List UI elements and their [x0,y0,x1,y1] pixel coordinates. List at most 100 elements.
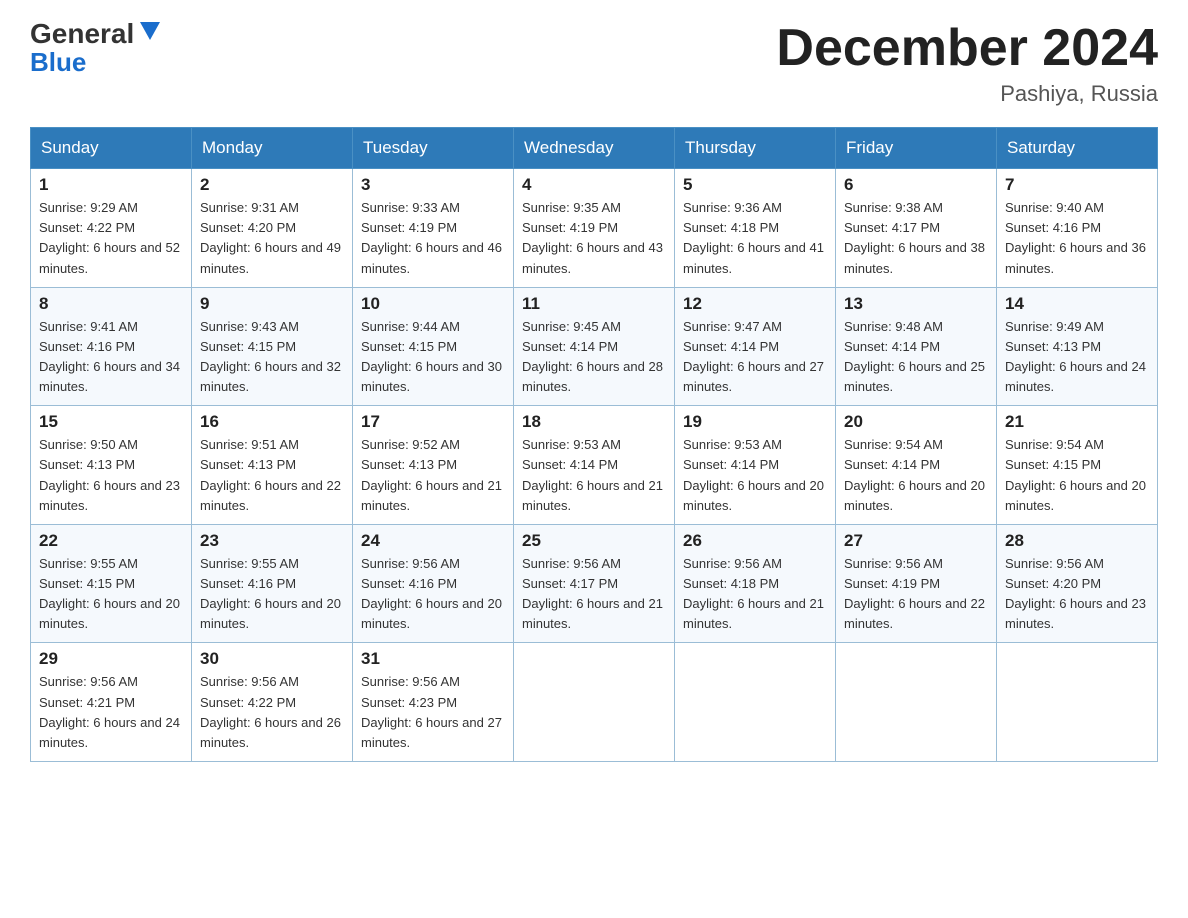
day-info: Sunrise: 9:52 AMSunset: 4:13 PMDaylight:… [361,435,505,516]
day-number: 3 [361,175,505,195]
day-header-row: Sunday Monday Tuesday Wednesday Thursday… [31,128,1158,169]
week-row-4: 22 Sunrise: 9:55 AMSunset: 4:15 PMDaylig… [31,524,1158,643]
day-info: Sunrise: 9:35 AMSunset: 4:19 PMDaylight:… [522,198,666,279]
day-info: Sunrise: 9:49 AMSunset: 4:13 PMDaylight:… [1005,317,1149,398]
day-number: 2 [200,175,344,195]
col-friday: Friday [836,128,997,169]
col-sunday: Sunday [31,128,192,169]
day-info: Sunrise: 9:45 AMSunset: 4:14 PMDaylight:… [522,317,666,398]
day-info: Sunrise: 9:53 AMSunset: 4:14 PMDaylight:… [522,435,666,516]
day-cell: 8 Sunrise: 9:41 AMSunset: 4:16 PMDayligh… [31,287,192,406]
day-info: Sunrise: 9:54 AMSunset: 4:15 PMDaylight:… [1005,435,1149,516]
logo-arrow-icon [136,18,164,46]
day-number: 30 [200,649,344,669]
day-cell: 27 Sunrise: 9:56 AMSunset: 4:19 PMDaylig… [836,524,997,643]
day-number: 4 [522,175,666,195]
day-cell [675,643,836,762]
day-cell: 1 Sunrise: 9:29 AMSunset: 4:22 PMDayligh… [31,169,192,288]
day-number: 10 [361,294,505,314]
day-cell [836,643,997,762]
day-info: Sunrise: 9:50 AMSunset: 4:13 PMDaylight:… [39,435,183,516]
day-info: Sunrise: 9:36 AMSunset: 4:18 PMDaylight:… [683,198,827,279]
day-cell: 11 Sunrise: 9:45 AMSunset: 4:14 PMDaylig… [514,287,675,406]
week-row-3: 15 Sunrise: 9:50 AMSunset: 4:13 PMDaylig… [31,406,1158,525]
day-number: 18 [522,412,666,432]
day-cell: 5 Sunrise: 9:36 AMSunset: 4:18 PMDayligh… [675,169,836,288]
day-number: 20 [844,412,988,432]
col-wednesday: Wednesday [514,128,675,169]
day-number: 27 [844,531,988,551]
day-cell: 2 Sunrise: 9:31 AMSunset: 4:20 PMDayligh… [192,169,353,288]
day-cell: 17 Sunrise: 9:52 AMSunset: 4:13 PMDaylig… [353,406,514,525]
calendar-table: Sunday Monday Tuesday Wednesday Thursday… [30,127,1158,762]
day-cell: 22 Sunrise: 9:55 AMSunset: 4:15 PMDaylig… [31,524,192,643]
day-info: Sunrise: 9:55 AMSunset: 4:16 PMDaylight:… [200,554,344,635]
day-number: 28 [1005,531,1149,551]
day-cell: 19 Sunrise: 9:53 AMSunset: 4:14 PMDaylig… [675,406,836,525]
day-info: Sunrise: 9:43 AMSunset: 4:15 PMDaylight:… [200,317,344,398]
day-info: Sunrise: 9:56 AMSunset: 4:18 PMDaylight:… [683,554,827,635]
day-info: Sunrise: 9:55 AMSunset: 4:15 PMDaylight:… [39,554,183,635]
title-block: December 2024 Pashiya, Russia [776,20,1158,107]
day-info: Sunrise: 9:56 AMSunset: 4:22 PMDaylight:… [200,672,344,753]
page-header: General Blue December 2024 Pashiya, Russ… [30,20,1158,107]
day-cell: 20 Sunrise: 9:54 AMSunset: 4:14 PMDaylig… [836,406,997,525]
logo: General Blue [30,20,164,77]
day-info: Sunrise: 9:53 AMSunset: 4:14 PMDaylight:… [683,435,827,516]
day-cell: 30 Sunrise: 9:56 AMSunset: 4:22 PMDaylig… [192,643,353,762]
day-number: 5 [683,175,827,195]
day-number: 16 [200,412,344,432]
day-cell: 24 Sunrise: 9:56 AMSunset: 4:16 PMDaylig… [353,524,514,643]
day-number: 6 [844,175,988,195]
day-number: 1 [39,175,183,195]
day-number: 9 [200,294,344,314]
day-number: 24 [361,531,505,551]
day-info: Sunrise: 9:56 AMSunset: 4:19 PMDaylight:… [844,554,988,635]
day-cell: 31 Sunrise: 9:56 AMSunset: 4:23 PMDaylig… [353,643,514,762]
day-cell: 6 Sunrise: 9:38 AMSunset: 4:17 PMDayligh… [836,169,997,288]
week-row-1: 1 Sunrise: 9:29 AMSunset: 4:22 PMDayligh… [31,169,1158,288]
day-number: 21 [1005,412,1149,432]
day-number: 17 [361,412,505,432]
week-row-5: 29 Sunrise: 9:56 AMSunset: 4:21 PMDaylig… [31,643,1158,762]
day-info: Sunrise: 9:33 AMSunset: 4:19 PMDaylight:… [361,198,505,279]
month-title: December 2024 [776,20,1158,77]
day-number: 29 [39,649,183,669]
day-cell: 9 Sunrise: 9:43 AMSunset: 4:15 PMDayligh… [192,287,353,406]
day-info: Sunrise: 9:54 AMSunset: 4:14 PMDaylight:… [844,435,988,516]
day-cell: 28 Sunrise: 9:56 AMSunset: 4:20 PMDaylig… [997,524,1158,643]
day-info: Sunrise: 9:56 AMSunset: 4:21 PMDaylight:… [39,672,183,753]
day-cell: 4 Sunrise: 9:35 AMSunset: 4:19 PMDayligh… [514,169,675,288]
day-number: 12 [683,294,827,314]
day-cell: 10 Sunrise: 9:44 AMSunset: 4:15 PMDaylig… [353,287,514,406]
day-cell: 7 Sunrise: 9:40 AMSunset: 4:16 PMDayligh… [997,169,1158,288]
day-number: 14 [1005,294,1149,314]
day-cell [997,643,1158,762]
day-number: 25 [522,531,666,551]
logo-text-general: General [30,20,134,48]
day-info: Sunrise: 9:44 AMSunset: 4:15 PMDaylight:… [361,317,505,398]
day-number: 22 [39,531,183,551]
day-cell: 21 Sunrise: 9:54 AMSunset: 4:15 PMDaylig… [997,406,1158,525]
day-cell: 3 Sunrise: 9:33 AMSunset: 4:19 PMDayligh… [353,169,514,288]
day-cell: 12 Sunrise: 9:47 AMSunset: 4:14 PMDaylig… [675,287,836,406]
day-cell: 29 Sunrise: 9:56 AMSunset: 4:21 PMDaylig… [31,643,192,762]
day-number: 11 [522,294,666,314]
day-cell: 13 Sunrise: 9:48 AMSunset: 4:14 PMDaylig… [836,287,997,406]
day-cell: 18 Sunrise: 9:53 AMSunset: 4:14 PMDaylig… [514,406,675,525]
col-thursday: Thursday [675,128,836,169]
day-number: 26 [683,531,827,551]
col-tuesday: Tuesday [353,128,514,169]
day-cell: 14 Sunrise: 9:49 AMSunset: 4:13 PMDaylig… [997,287,1158,406]
day-info: Sunrise: 9:56 AMSunset: 4:20 PMDaylight:… [1005,554,1149,635]
day-info: Sunrise: 9:29 AMSunset: 4:22 PMDaylight:… [39,198,183,279]
day-cell: 15 Sunrise: 9:50 AMSunset: 4:13 PMDaylig… [31,406,192,525]
day-cell: 26 Sunrise: 9:56 AMSunset: 4:18 PMDaylig… [675,524,836,643]
day-info: Sunrise: 9:56 AMSunset: 4:17 PMDaylight:… [522,554,666,635]
day-number: 31 [361,649,505,669]
day-info: Sunrise: 9:48 AMSunset: 4:14 PMDaylight:… [844,317,988,398]
day-cell: 16 Sunrise: 9:51 AMSunset: 4:13 PMDaylig… [192,406,353,525]
day-cell [514,643,675,762]
day-info: Sunrise: 9:47 AMSunset: 4:14 PMDaylight:… [683,317,827,398]
day-number: 13 [844,294,988,314]
